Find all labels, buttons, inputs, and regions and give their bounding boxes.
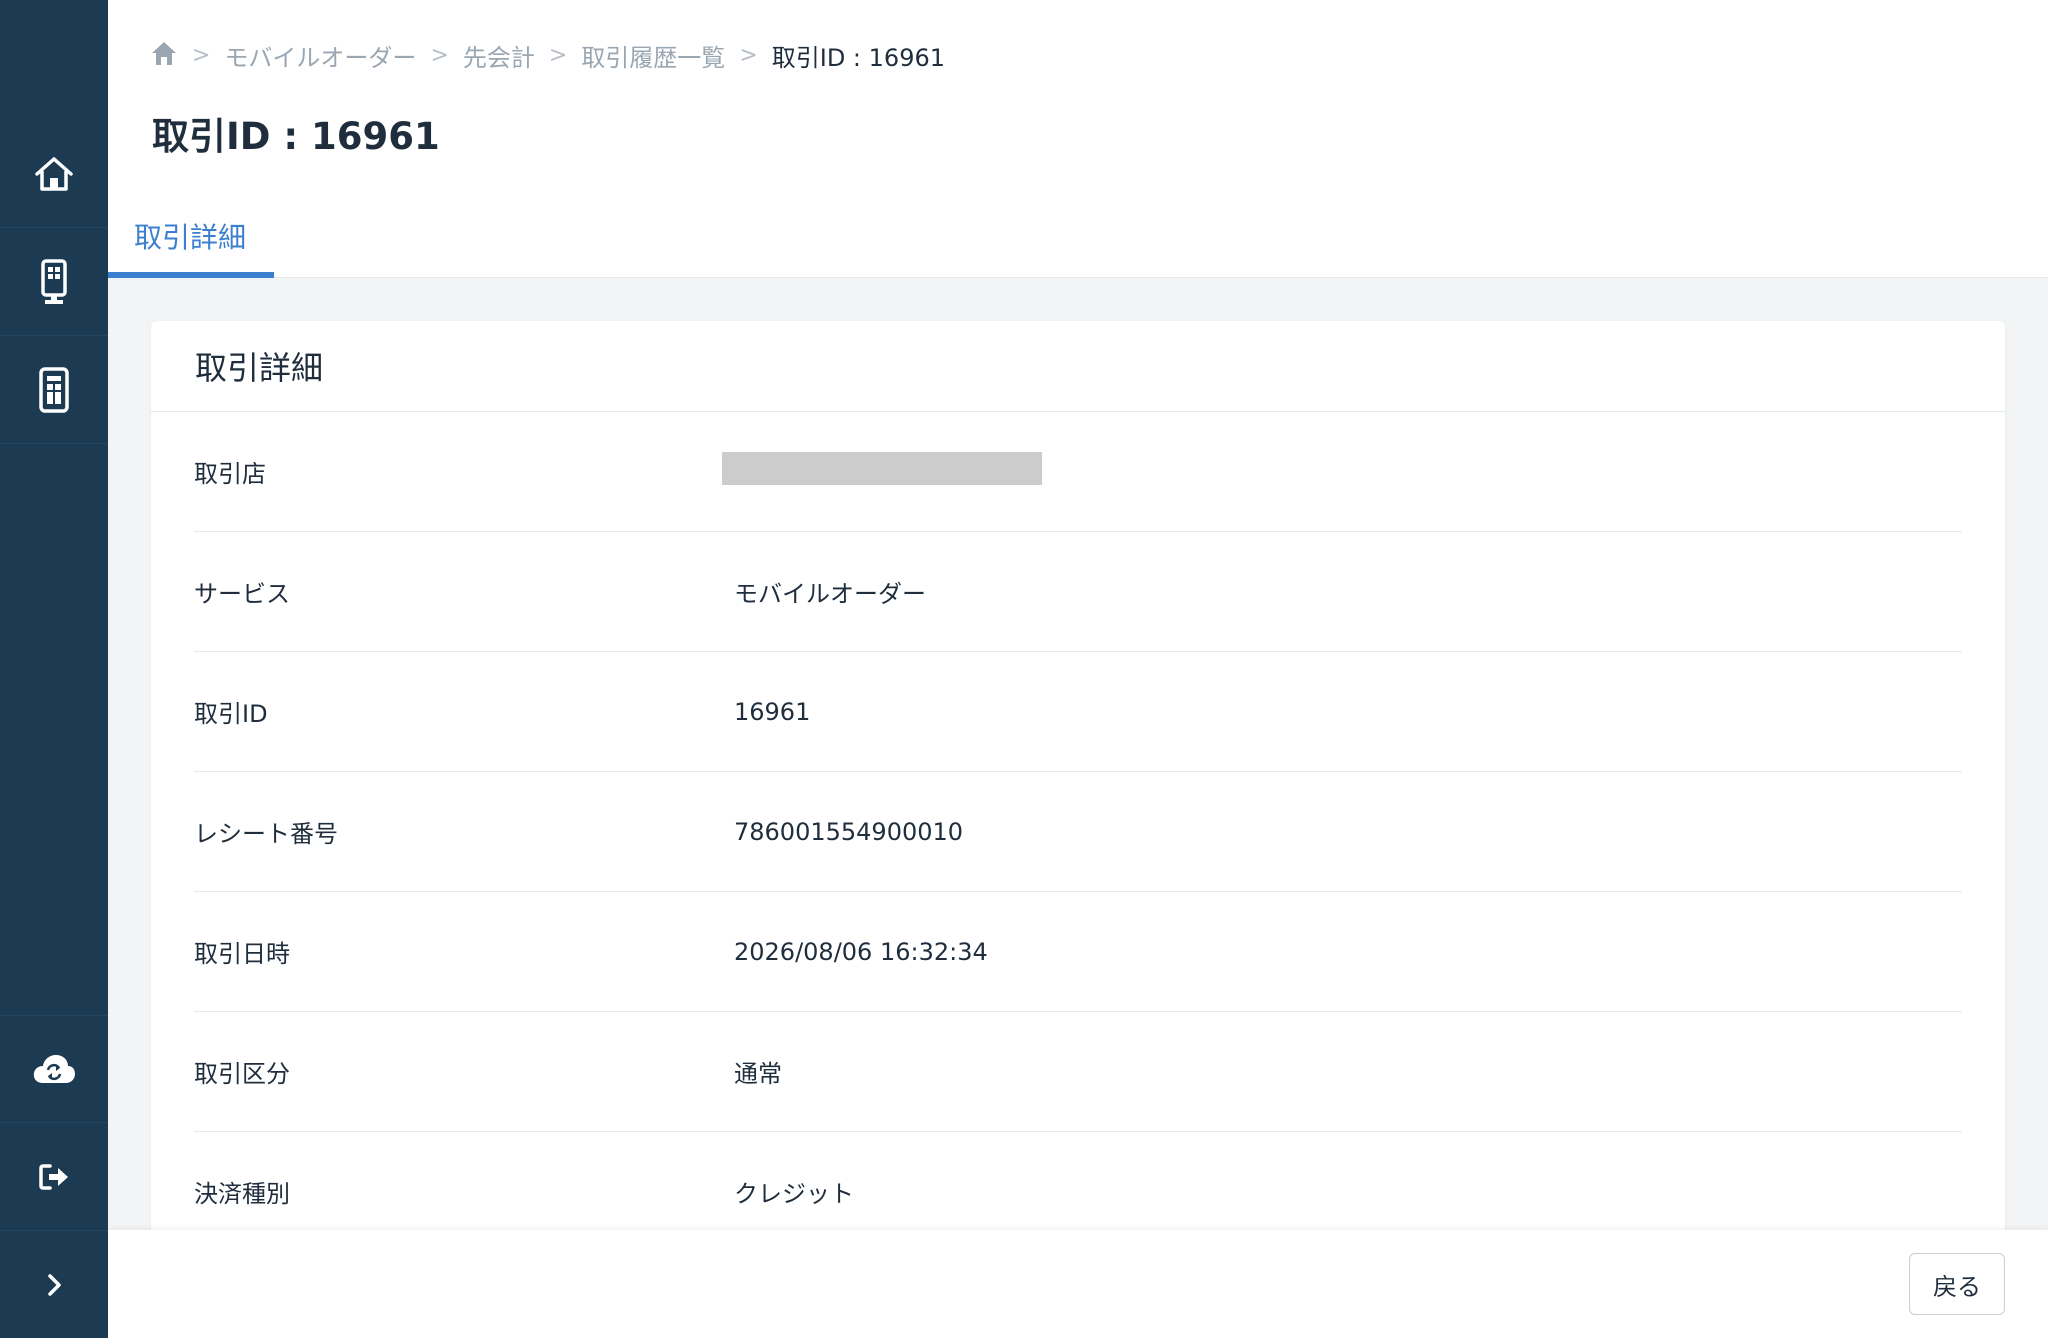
home-icon [33, 154, 75, 194]
chevron-right-icon: > [739, 43, 758, 68]
detail-row-transaction-id: 取引ID 16961 [194, 652, 1962, 772]
breadcrumb-current: 取引ID : 16961 [771, 44, 945, 72]
footer-bar: 戻る [108, 1230, 2048, 1338]
chevron-right-icon: > [430, 43, 449, 68]
detail-row-receipt-number: レシート番号 786001554900010 [194, 772, 1962, 892]
sidebar-item-tablet[interactable] [0, 336, 108, 444]
sidebar-item-kiosk[interactable] [0, 228, 108, 336]
card-title: 取引詳細 [151, 321, 2005, 412]
chevron-right-icon [46, 1273, 62, 1297]
detail-value: モバイルオーダー [734, 580, 926, 608]
detail-label: 取引店 [194, 460, 266, 488]
breadcrumb-item-prepay[interactable]: 先会計 [463, 38, 535, 73]
breadcrumb-item-history[interactable]: 取引履歴一覧 [581, 38, 725, 73]
detail-value: 16961 [734, 697, 811, 726]
detail-label: 取引ID [194, 700, 268, 728]
detail-row-store: 取引店 [194, 412, 1962, 532]
cloud-sync-icon [32, 1053, 76, 1085]
sidebar-item-home[interactable] [0, 120, 108, 228]
detail-row-service: サービス モバイルオーダー [194, 532, 1962, 652]
chevron-right-icon: > [548, 43, 568, 68]
home-icon [150, 40, 178, 72]
breadcrumb: > モバイルオーダー > 先会計 > 取引履歴一覧 > 取引ID : 16961 [150, 38, 945, 73]
chevron-right-icon: > [192, 43, 211, 68]
detail-value: 2026/08/06 16:32:34 [734, 937, 988, 966]
tablet-icon [38, 366, 70, 413]
sidebar [0, 0, 108, 1338]
logout-icon [38, 1163, 70, 1191]
detail-label: レシート番号 [194, 820, 338, 848]
detail-label: 決済種別 [194, 1180, 290, 1208]
page-header: > モバイルオーダー > 先会計 > 取引履歴一覧 > 取引ID : 16961… [108, 0, 2048, 278]
breadcrumb-home[interactable] [150, 40, 178, 72]
sidebar-item-logout[interactable] [0, 1123, 108, 1231]
breadcrumb-item-mobile-order[interactable]: モバイルオーダー [224, 38, 416, 73]
detail-row-datetime: 取引日時 2026/08/06 16:32:34 [194, 892, 1962, 1012]
sidebar-expand[interactable] [0, 1231, 108, 1338]
back-button[interactable]: 戻る [1909, 1253, 2005, 1315]
detail-list: 取引店 サービス モバイルオーダー 取引ID 16961 レシート番号 7860… [151, 412, 2005, 1252]
detail-label: 取引区分 [194, 1060, 290, 1088]
page-title: 取引ID : 16961 [152, 115, 440, 158]
kiosk-icon [40, 258, 68, 305]
transaction-detail-card: 取引詳細 取引店 サービス モバイルオーダー 取引ID 16961 レシート番号… [151, 321, 2005, 1281]
detail-value: 通常 [734, 1060, 782, 1088]
detail-row-type: 取引区分 通常 [194, 1012, 1962, 1132]
detail-label: サービス [194, 580, 290, 608]
detail-value: クレジット [734, 1180, 854, 1208]
detail-value-redacted [722, 452, 1042, 491]
tab-transaction-detail[interactable]: 取引詳細 [108, 210, 274, 278]
detail-label: 取引日時 [194, 940, 290, 968]
sidebar-item-sync[interactable] [0, 1015, 108, 1123]
redacted-block [722, 452, 1042, 485]
detail-value: 786001554900010 [734, 817, 964, 846]
